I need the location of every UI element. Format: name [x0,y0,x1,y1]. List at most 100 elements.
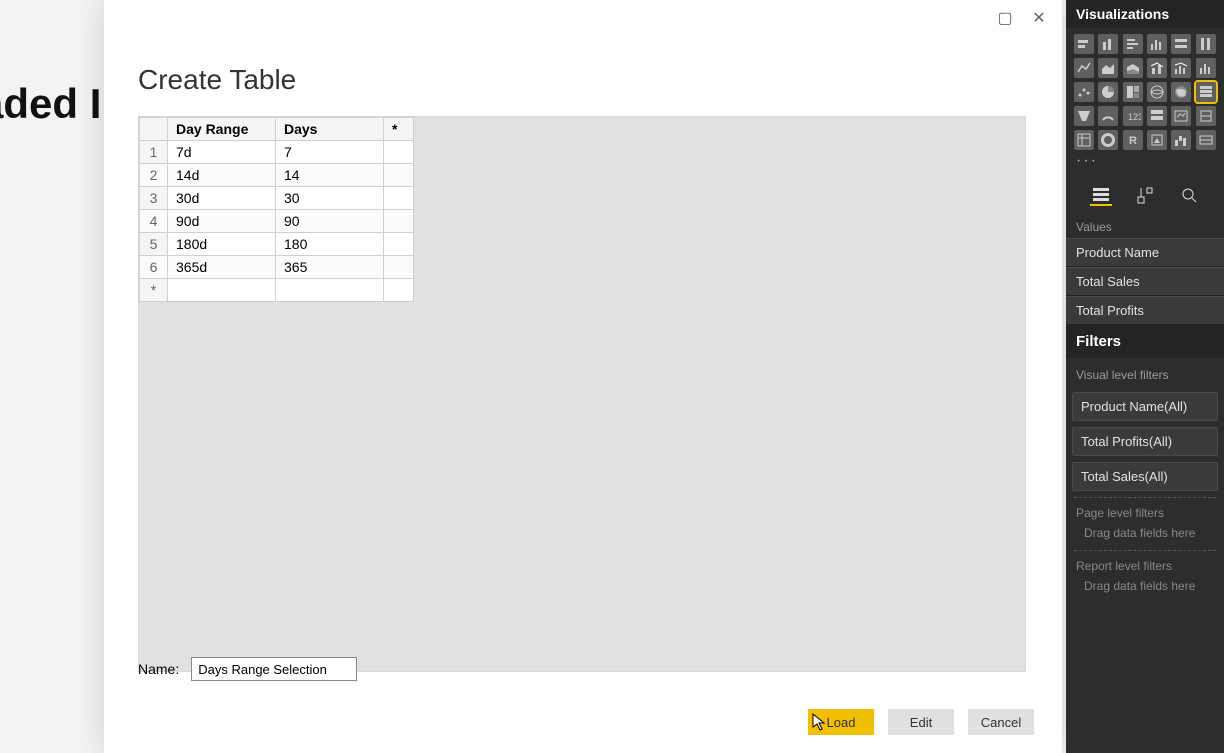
cell-empty[interactable] [384,164,414,187]
funnel-chart-icon[interactable] [1074,106,1094,126]
visual-filter-card[interactable]: Product Name(All) [1072,392,1218,421]
row-index: 3 [140,187,168,210]
slicer-icon[interactable] [1196,106,1216,126]
cell-day-range[interactable]: 14d [168,164,276,187]
line-stacked-column-chart-icon[interactable] [1147,58,1167,78]
row-index: 2 [140,164,168,187]
scatter-chart-icon[interactable] [1074,82,1094,102]
field-format-analytics-tabs [1066,176,1224,210]
background-headline: aded I [0,80,101,128]
stacked-bar-100-chart-icon[interactable] [1171,34,1191,54]
name-label: Name: [138,661,179,677]
kpi-icon[interactable] [1171,106,1191,126]
more-visuals-button[interactable]: ··· [1066,152,1224,176]
column-header-add[interactable]: * [384,118,414,141]
table-row[interactable]: 3 30d 30 [140,187,414,210]
column-header-days[interactable]: Days [276,118,384,141]
table-row[interactable]: 1 7d 7 [140,141,414,164]
ribbon-chart-icon[interactable] [1196,58,1216,78]
row-index: 5 [140,233,168,256]
treemap-icon[interactable] [1123,82,1143,102]
row-index: 4 [140,210,168,233]
cell-empty[interactable] [384,141,414,164]
table-row[interactable]: 2 14d 14 [140,164,414,187]
page-level-filters-label: Page level filters [1066,498,1224,522]
value-field[interactable]: Total Sales [1066,267,1224,296]
stacked-column-chart-icon[interactable] [1098,34,1118,54]
line-clustered-column-chart-icon[interactable] [1171,58,1191,78]
stacked-bar-chart-icon[interactable] [1074,34,1094,54]
cell-days[interactable]: 14 [276,164,384,187]
analytics-tab[interactable] [1178,184,1200,206]
cell-day-range[interactable]: 30d [168,187,276,210]
cell-day-range[interactable]: 90d [168,210,276,233]
clustered-column-chart-icon[interactable] [1147,34,1167,54]
cell-day-range[interactable]: 7d [168,141,276,164]
table-row[interactable]: 6 365d 365 [140,256,414,279]
dialog-title: Create Table [104,40,1062,96]
filters-header: Filters [1066,325,1224,358]
visual-filter-card[interactable]: Total Profits(All) [1072,427,1218,456]
dialog-titlebar: ▢ ✕ [104,0,1062,40]
cell-empty[interactable] [384,279,414,302]
row-index: 1 [140,141,168,164]
cancel-button[interactable]: Cancel [968,709,1034,735]
filled-map-icon[interactable] [1171,82,1191,102]
cell-empty[interactable] [384,187,414,210]
multi-row-card-icon[interactable] [1147,106,1167,126]
report-level-drop-area[interactable]: Drag data fields here [1074,575,1216,603]
area-chart-icon[interactable] [1098,58,1118,78]
gauge-icon[interactable] [1098,106,1118,126]
visualizations-header: Visualizations [1066,0,1224,28]
cell-empty[interactable] [384,210,414,233]
create-table-grid[interactable]: Day Range Days * 1 7d 7 2 14d 14 [139,117,414,302]
cell-days[interactable]: 365 [276,256,384,279]
table-editor-area[interactable]: Day Range Days * 1 7d 7 2 14d 14 [138,116,1026,672]
stacked-area-chart-icon[interactable] [1123,58,1143,78]
maximize-button[interactable]: ▢ [988,4,1022,32]
column-header-day-range[interactable]: Day Range [168,118,276,141]
cell-day-range[interactable]: 365d [168,256,276,279]
cell-empty[interactable] [384,256,414,279]
fields-tab[interactable] [1090,184,1112,206]
svg-text:R: R [1129,135,1137,147]
pie-chart-icon[interactable] [1098,82,1118,102]
cell-days[interactable]: 180 [276,233,384,256]
cell-days[interactable] [276,279,384,302]
visualization-gallery: 123 R [1066,28,1224,152]
value-field[interactable]: Total Profits [1066,296,1224,325]
cell-days[interactable]: 30 [276,187,384,210]
table-visual-icon[interactable] [1196,82,1216,102]
table-row-new[interactable]: * [140,279,414,302]
map-icon[interactable] [1147,82,1167,102]
format-tab[interactable] [1134,184,1156,206]
cell-days[interactable]: 90 [276,210,384,233]
load-button[interactable]: Load [808,709,874,735]
cell-day-range[interactable] [168,279,276,302]
value-field[interactable]: Product Name [1066,238,1224,267]
edit-button[interactable]: Edit [888,709,954,735]
cell-empty[interactable] [384,233,414,256]
table-row[interactable]: 4 90d 90 [140,210,414,233]
cell-days[interactable]: 7 [276,141,384,164]
line-chart-icon[interactable] [1074,58,1094,78]
arcgis-map-icon[interactable] [1147,130,1167,150]
row-index-new: * [140,279,168,302]
svg-text:123: 123 [1128,112,1141,122]
matrix-icon[interactable] [1074,130,1094,150]
card-icon[interactable]: 123 [1123,106,1143,126]
visual-filter-card[interactable]: Total Sales(All) [1072,462,1218,491]
page-level-drop-area[interactable]: Drag data fields here [1074,522,1216,551]
r-visual-icon[interactable]: R [1123,130,1143,150]
close-button[interactable]: ✕ [1022,4,1056,32]
cell-day-range[interactable]: 180d [168,233,276,256]
row-header-corner [140,118,168,141]
waterfall-chart-icon[interactable] [1171,130,1191,150]
stacked-column-100-chart-icon[interactable] [1196,34,1216,54]
values-label: Values [1066,210,1224,238]
clustered-bar-chart-icon[interactable] [1123,34,1143,54]
table-name-input[interactable] [191,657,357,681]
donut-chart-icon[interactable] [1098,130,1118,150]
table-row[interactable]: 5 180d 180 [140,233,414,256]
python-visual-icon[interactable] [1196,130,1216,150]
